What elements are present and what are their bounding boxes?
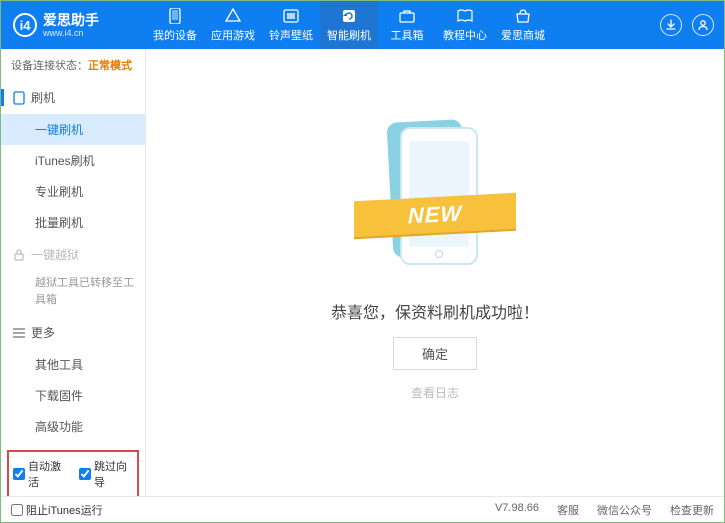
user-button[interactable] — [692, 14, 714, 36]
toolbox-icon — [398, 8, 416, 24]
new-ribbon: NEW — [354, 192, 516, 236]
phone-icon — [13, 91, 25, 105]
app-url: www.i4.cn — [43, 29, 99, 38]
wechat-link[interactable]: 微信公众号 — [597, 502, 652, 518]
sidebar: 设备连接状态：正常模式 刷机 一键刷机 iTunes刷机 专业刷机 批量刷机 一… — [1, 49, 146, 496]
nav-tools[interactable]: 工具箱 — [378, 1, 436, 49]
nav-tutorials[interactable]: 教程中心 — [436, 1, 494, 49]
sidebar-item-itunes[interactable]: iTunes刷机 — [1, 145, 145, 176]
sidebar-item-pro[interactable]: 专业刷机 — [1, 176, 145, 207]
checkbox-input[interactable] — [13, 468, 25, 480]
nav-label: 爱思商城 — [501, 27, 545, 43]
nav-label: 我的设备 — [153, 27, 197, 43]
app-title: 爱思助手 — [43, 13, 99, 27]
view-log-link[interactable]: 查看日志 — [411, 384, 459, 401]
book-icon — [456, 8, 474, 24]
sidebar-item-batch[interactable]: 批量刷机 — [1, 207, 145, 238]
jailbreak-label: 一键越狱 — [31, 246, 79, 263]
flash-icon — [340, 8, 358, 24]
checkbox-auto-activate[interactable]: 自动激活 — [13, 458, 67, 490]
checkbox-input[interactable] — [11, 504, 23, 516]
checkbox-block-itunes[interactable]: 阻止iTunes运行 — [11, 502, 103, 518]
connection-status: 设备连接状态：正常模式 — [1, 49, 145, 81]
checkbox-label: 阻止iTunes运行 — [26, 502, 103, 518]
hamburger-icon — [13, 328, 25, 338]
check-update-link[interactable]: 检查更新 — [670, 502, 714, 518]
nav-ringtones[interactable]: 铃声壁纸 — [262, 1, 320, 49]
nav-label: 铃声壁纸 — [269, 27, 313, 43]
sidebar-item-oneclick[interactable]: 一键刷机 — [1, 114, 145, 145]
phone-illustration: NEW — [360, 115, 510, 275]
version-label: V7.98.66 — [495, 502, 539, 518]
header: i4 爱思助手 www.i4.cn 我的设备 应用游戏 铃声壁纸 智能刷机 — [1, 1, 724, 49]
logo: i4 爱思助手 www.i4.cn — [1, 13, 146, 38]
nav-apps[interactable]: 应用游戏 — [204, 1, 262, 49]
nav-label: 教程中心 — [443, 27, 487, 43]
sidebar-item-other-tools[interactable]: 其他工具 — [1, 349, 145, 380]
nav-label: 智能刷机 — [327, 27, 371, 43]
checkbox-input[interactable] — [79, 468, 91, 480]
section-flash[interactable]: 刷机 — [1, 81, 145, 114]
nav-my-device[interactable]: 我的设备 — [146, 1, 204, 49]
section-jailbreak: 一键越狱 — [1, 238, 145, 271]
section-label: 更多 — [31, 324, 55, 341]
ok-button[interactable]: 确定 — [393, 337, 477, 370]
footer: 阻止iTunes运行 V7.98.66 客服 微信公众号 检查更新 — [1, 496, 724, 522]
success-message: 恭喜您，保资料刷机成功啦！ — [331, 299, 539, 323]
status-label: 设备连接状态： — [11, 60, 88, 72]
sidebar-item-download-fw[interactable]: 下载固件 — [1, 380, 145, 411]
checkbox-label: 跳过向导 — [94, 458, 133, 490]
checkbox-group: 自动激活 跳过向导 — [7, 450, 139, 496]
logo-badge: i4 — [13, 13, 37, 37]
nav-label: 工具箱 — [391, 27, 424, 43]
nav-flash[interactable]: 智能刷机 — [320, 1, 378, 49]
header-right — [660, 14, 724, 36]
app-window: 📌 ≡ — ▢ ✕ i4 爱思助手 www.i4.cn 我的设备 应用游戏 铃 — [0, 0, 725, 523]
nav-store[interactable]: 爱思商城 — [494, 1, 552, 49]
section-more[interactable]: 更多 — [1, 316, 145, 349]
download-button[interactable] — [660, 14, 682, 36]
checkbox-skip-guide[interactable]: 跳过向导 — [79, 458, 133, 490]
status-value: 正常模式 — [88, 60, 132, 72]
nav-label: 应用游戏 — [211, 27, 255, 43]
lock-icon — [13, 249, 25, 261]
apps-icon — [224, 8, 242, 24]
customer-service-link[interactable]: 客服 — [557, 502, 579, 518]
body: 设备连接状态：正常模式 刷机 一键刷机 iTunes刷机 专业刷机 批量刷机 一… — [1, 49, 724, 496]
top-nav: 我的设备 应用游戏 铃声壁纸 智能刷机 工具箱 教程中心 — [146, 1, 660, 49]
checkbox-label: 自动激活 — [28, 458, 67, 490]
sidebar-item-advanced[interactable]: 高级功能 — [1, 411, 145, 442]
jailbreak-note: 越狱工具已转移至工具箱 — [1, 271, 145, 316]
main-content: NEW 恭喜您，保资料刷机成功啦！ 确定 查看日志 — [146, 49, 724, 496]
store-icon — [514, 8, 532, 24]
wallpaper-icon — [282, 8, 300, 24]
section-label: 刷机 — [31, 89, 55, 106]
phone-icon — [166, 8, 184, 24]
